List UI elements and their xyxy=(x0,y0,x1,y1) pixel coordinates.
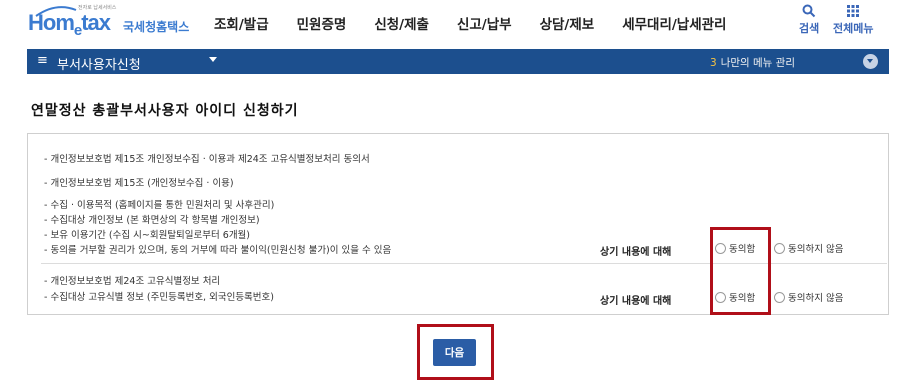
consent-ask-label: 상기 내용에 대해 xyxy=(600,296,672,307)
disagree-label: 동의하지 않음 xyxy=(788,293,844,304)
radio-circle-icon[interactable] xyxy=(774,291,785,303)
nav-item-inquiry[interactable]: 조회/발급 xyxy=(214,13,269,33)
consent-line: - 수집대상 고유식별 정보 (주민등록번호, 외국인등록번호) xyxy=(44,292,274,303)
menu-toggle-chevron-icon[interactable] xyxy=(863,54,878,69)
search-button[interactable]: 검색 xyxy=(799,4,819,36)
consent-line: - 개인정보보호법 제15조 개인정보수집 · 이용과 제24조 고유식별정보처… xyxy=(44,154,370,165)
my-menu-link[interactable]: 3 나만의 메뉴 관리 xyxy=(710,55,795,70)
disagree-radio-2[interactable]: 동의하지 않음 xyxy=(774,290,843,304)
all-menu-label: 전체메뉴 xyxy=(833,22,874,35)
top-navigation: 전자로 납세서비스 Hometax 국세청홈택스 조회/발급 민원증명 신청/제… xyxy=(0,0,902,44)
nav-item-consulting[interactable]: 상담/제보 xyxy=(540,13,595,33)
agree-highlight-box xyxy=(710,227,771,315)
nav-item-filing[interactable]: 신고/납부 xyxy=(457,13,512,33)
hamburger-icon[interactable]: ≡ xyxy=(37,53,48,68)
nav-item-tax-agent[interactable]: 세무대리/납세관리 xyxy=(622,13,726,33)
consent-line: - 수집 · 이용목적 (홈페이지를 통한 민원처리 및 사후관리) xyxy=(44,200,275,211)
search-icon xyxy=(802,4,816,18)
menu-bar: ≡ 부서사용자신청 3 나만의 메뉴 관리 xyxy=(27,49,889,74)
logo-brand: Hometax xyxy=(28,10,111,39)
hometax-logo[interactable]: 전자로 납세서비스 Hometax 국세청홈택스 xyxy=(28,4,198,40)
consent-line: - 수집대상 개인정보 (본 화면상의 각 항목별 개인정보) xyxy=(44,215,260,226)
all-menu-button[interactable]: 전체메뉴 xyxy=(833,4,873,36)
logo-brand-korean: 국세청홈택스 xyxy=(123,20,190,34)
main-nav: 조회/발급 민원증명 신청/제출 신고/납부 상담/제보 세무대리/납세관리 xyxy=(214,13,754,33)
disagree-radio-1[interactable]: 동의하지 않음 xyxy=(774,241,843,255)
consent-line: - 개인정보보호법 제15조 (개인정보수집 · 이용) xyxy=(44,178,234,189)
page-title: 연말정산 총괄부서사용자 아이디 신청하기 xyxy=(31,103,299,119)
my-menu-number: 3 xyxy=(710,57,717,69)
radio-circle-icon[interactable] xyxy=(774,242,785,254)
consent-ask-label: 상기 내용에 대해 xyxy=(600,247,672,258)
my-menu-label: 나만의 메뉴 관리 xyxy=(720,57,795,69)
nav-item-application[interactable]: 신청/제출 xyxy=(374,13,429,33)
grid-icon xyxy=(847,5,860,17)
next-button[interactable]: 다음 xyxy=(433,339,476,366)
current-menu-title[interactable]: 부서사용자신청 xyxy=(57,54,141,73)
consent-line: - 보유 이용기간 (수집 시~회원탈퇴일로부터 6개월) xyxy=(44,230,251,241)
search-label: 검색 xyxy=(799,22,820,35)
consent-line: - 개인정보보호법 제24조 고유식별정보 처리 xyxy=(44,276,221,287)
disagree-label: 동의하지 않음 xyxy=(788,244,844,255)
chevron-down-icon[interactable] xyxy=(209,57,217,62)
nav-item-certificate[interactable]: 민원증명 xyxy=(297,13,347,33)
consent-line: - 동의를 거부할 권리가 있으며, 동의 거부에 따라 불이익(민원신청 불가… xyxy=(44,245,392,256)
